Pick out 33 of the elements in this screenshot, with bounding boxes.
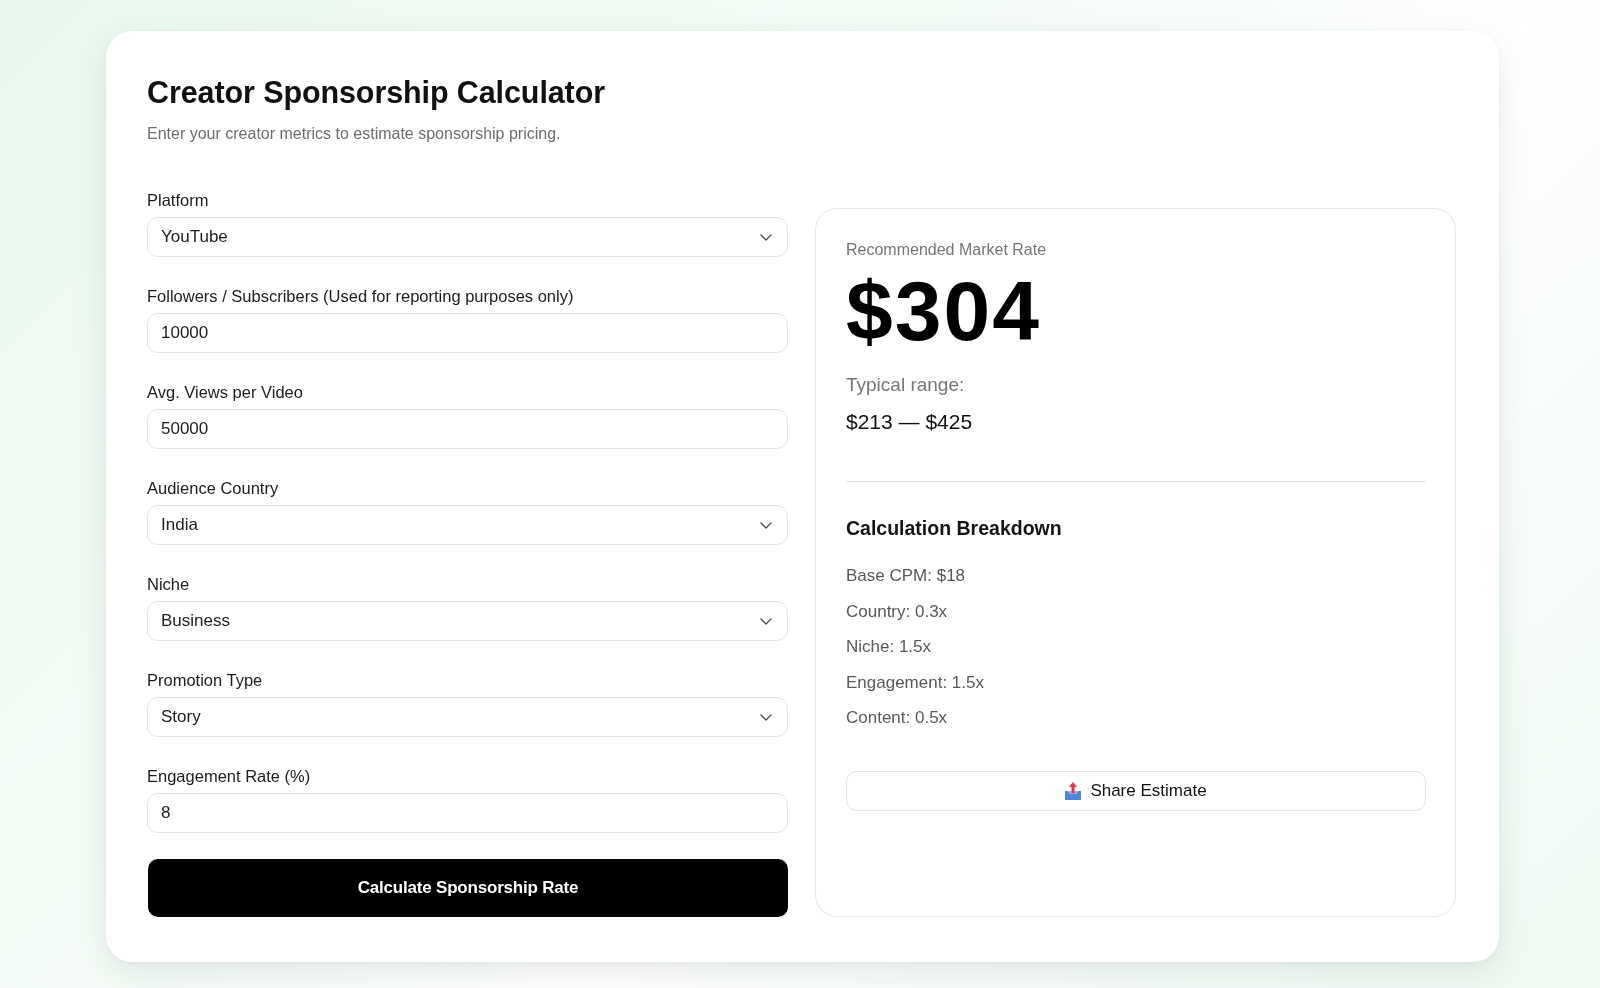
text-input[interactable]: 50000 xyxy=(147,409,788,449)
rate-label: Recommended Market Rate xyxy=(846,240,1047,260)
field-label: Platform xyxy=(147,190,209,211)
dropdown-select[interactable]: Story xyxy=(147,697,788,737)
chevron-down-icon xyxy=(760,233,772,241)
field-label: Engagement Rate (%) xyxy=(147,766,311,787)
field-label: Niche xyxy=(147,574,190,595)
text-input[interactable]: 8 xyxy=(147,793,788,833)
field-label: Avg. Views per Video xyxy=(147,382,303,403)
breakdown-item: Niche: 1.5x xyxy=(846,636,932,658)
breakdown-item: Engagement: 1.5x xyxy=(846,671,984,694)
outbox-tray-icon xyxy=(1065,782,1082,800)
field-label: Promotion Type xyxy=(147,670,263,691)
field-label: Followers / Subscribers (Used for reporting purposes only) xyxy=(147,286,574,307)
dropdown-select[interactable]: Business xyxy=(147,601,788,641)
dropdown-select[interactable]: YouTube xyxy=(147,217,788,257)
breakdown-title: Calculation Breakdown xyxy=(846,516,1062,541)
chevron-down-icon xyxy=(760,521,772,529)
breakdown-item: Country: 0.3x xyxy=(846,600,948,623)
text-input[interactable]: 10000 xyxy=(147,313,788,353)
range-value: $213 — $425 xyxy=(846,409,973,435)
page-subtitle: Enter your creator metrics to estimate sponsorship pricing. xyxy=(147,124,562,144)
share-button[interactable]: Share Estimate xyxy=(846,771,1426,811)
range-label: Typical range: xyxy=(846,373,965,397)
rate-amount: $304 xyxy=(846,271,1041,351)
chevron-down-icon xyxy=(760,713,772,721)
breakdown-item: Content: 0.5x xyxy=(846,707,948,729)
chevron-down-icon xyxy=(760,617,772,625)
breakdown-item: Base CPM: $18 xyxy=(846,565,966,587)
dropdown-select[interactable]: India xyxy=(147,505,788,545)
field-label: Audience Country xyxy=(147,478,279,499)
calculate-button[interactable]: Calculate Sponsorship Rate xyxy=(148,859,788,917)
page-title: Creator Sponsorship Calculator xyxy=(147,74,606,110)
